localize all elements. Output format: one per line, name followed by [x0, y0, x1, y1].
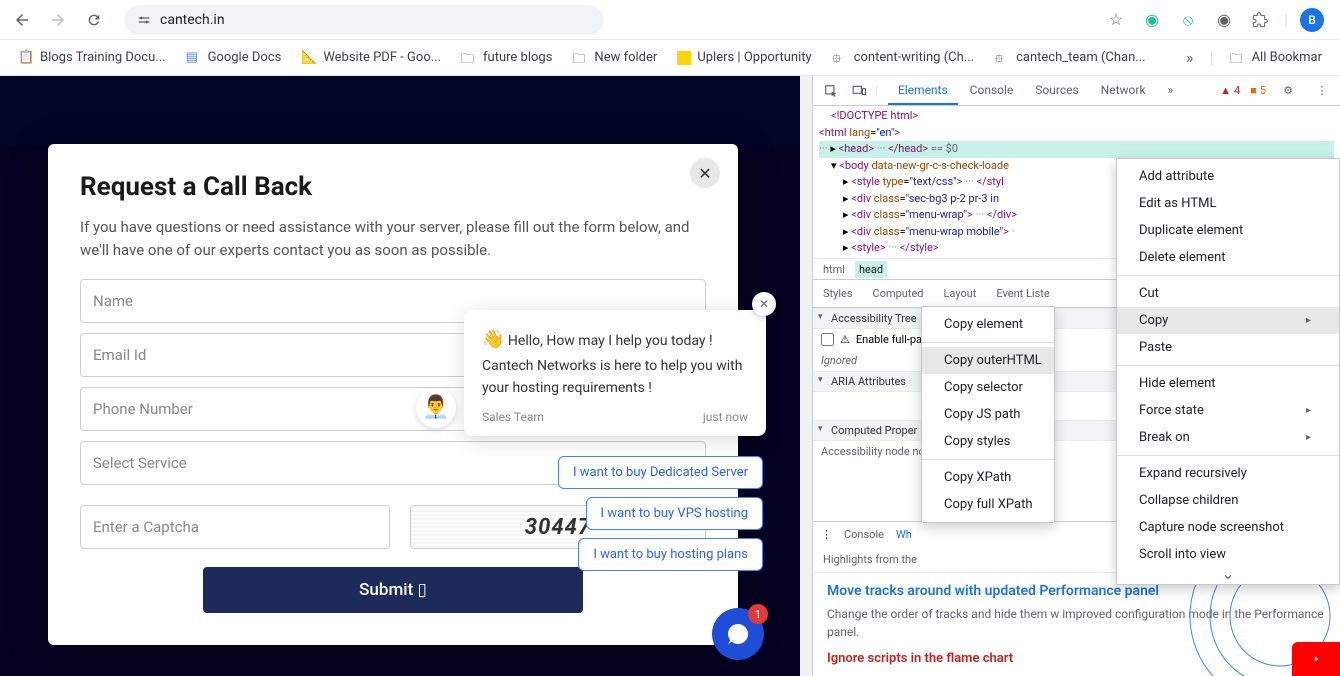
- ctx-duplicate[interactable]: Duplicate element: [1117, 217, 1339, 244]
- page-viewport: ✕ Request a Call Back If you have questi…: [0, 76, 800, 676]
- youtube-icon[interactable]: [1292, 642, 1340, 676]
- ctx-copy-fullxpath[interactable]: Copy full XPath: [922, 491, 1054, 518]
- tabs-overflow-icon[interactable]: »: [1158, 77, 1184, 105]
- drawer-menu-icon[interactable]: ⋮: [821, 528, 832, 541]
- warning-icon: ⚠: [840, 333, 850, 346]
- chat-launcher-button[interactable]: 1: [712, 608, 764, 660]
- ctx-force-state[interactable]: Force state▸: [1117, 397, 1339, 424]
- error-count[interactable]: ▲ 4: [1220, 84, 1240, 97]
- devtools-pane: | Elements Console Sources Network » ▲ 4…: [812, 76, 1340, 676]
- chat-suggestion-button[interactable]: I want to buy VPS hosting: [586, 497, 763, 530]
- breadcrumb-item[interactable]: head: [855, 261, 887, 278]
- ctx-copy-selector[interactable]: Copy selector: [922, 374, 1054, 401]
- extensions-icon[interactable]: [1248, 8, 1272, 32]
- url-text: cantech.in: [160, 12, 225, 28]
- whatsnew-subtitle[interactable]: Ignore scripts in the flame chart: [827, 651, 1326, 666]
- ctx-expand[interactable]: Expand recursively: [1117, 460, 1339, 487]
- subtab-layout[interactable]: Layout: [934, 281, 987, 306]
- chevron-right-icon: ▸: [1306, 405, 1311, 416]
- star-icon[interactable]: ☆: [1104, 8, 1128, 32]
- chat-badge: 1: [748, 604, 768, 624]
- bookmarks-overflow-icon[interactable]: »: [1178, 46, 1202, 70]
- chat-close-button[interactable]: ✕: [752, 292, 776, 316]
- wave-icon: 👋: [482, 329, 504, 350]
- ctx-copy-outerhtml[interactable]: Copy outerHTML: [922, 347, 1054, 374]
- device-mode-icon[interactable]: [847, 79, 871, 103]
- chat-sender: Sales Team: [482, 410, 544, 424]
- whatsnew-panel: Move tracks around with updated Performa…: [813, 572, 1340, 676]
- chevron-right-icon: ▸: [1306, 315, 1311, 326]
- bookmarks-bar: 📋Blogs Training Docu... ▤Google Docs 📐We…: [0, 40, 1340, 76]
- ctx-delete[interactable]: Delete element: [1117, 244, 1339, 271]
- bookmark-item[interactable]: 🗀New folder: [564, 46, 665, 70]
- bookmark-item[interactable]: Uplers | Opportunity: [669, 46, 819, 69]
- ctx-hide[interactable]: Hide element: [1117, 370, 1339, 397]
- ctx-paste[interactable]: Paste: [1117, 334, 1339, 361]
- breadcrumb-item[interactable]: html: [819, 261, 849, 278]
- context-menu-copy-submenu: Copy element Copy outerHTML Copy selecto…: [921, 306, 1055, 523]
- bookmark-item[interactable]: ▤Google Docs: [178, 46, 290, 70]
- modal-title: Request a Call Back: [80, 172, 706, 202]
- chat-timestamp: just now: [703, 410, 748, 424]
- ctx-more-icon: ⌄: [1117, 568, 1339, 580]
- extension-icon-1[interactable]: ⦸: [1176, 8, 1200, 32]
- chat-message: 👋 Hello, How may I help you today ! Cant…: [482, 326, 748, 400]
- page-scrollbar[interactable]: [800, 76, 812, 676]
- subtab-events[interactable]: Event Liste: [986, 281, 1059, 306]
- tab-network[interactable]: Network: [1091, 77, 1156, 105]
- chevron-right-icon: ▸: [1306, 432, 1311, 443]
- ctx-copy-element[interactable]: Copy element: [922, 311, 1054, 338]
- kebab-icon[interactable]: ⋮: [1310, 79, 1334, 103]
- camera-icon[interactable]: ◉: [1212, 8, 1236, 32]
- inspect-icon[interactable]: [819, 79, 843, 103]
- context-menu-main: Add attribute Edit as HTML Duplicate ele…: [1116, 158, 1340, 585]
- submit-button[interactable]: Submit ▯: [203, 567, 583, 613]
- bookmark-item[interactable]: ⯐content-writing (Ch...: [824, 46, 982, 70]
- ctx-copy-jspath[interactable]: Copy JS path: [922, 401, 1054, 428]
- all-bookmarks-button[interactable]: 🗀All Bookmar: [1222, 46, 1330, 70]
- chat-suggestion-button[interactable]: I want to buy hosting plans: [578, 538, 763, 571]
- bookmark-item[interactable]: 🗀future blogs: [453, 46, 560, 70]
- fullpage-checkbox[interactable]: [821, 333, 834, 346]
- site-settings-icon[interactable]: [136, 12, 152, 28]
- address-bar[interactable]: cantech.in: [124, 5, 604, 35]
- grammarly-icon[interactable]: ◉: [1140, 8, 1164, 32]
- back-button[interactable]: [8, 6, 36, 34]
- forward-button[interactable]: [44, 6, 72, 34]
- modal-description: If you have questions or need assistance…: [80, 216, 706, 261]
- tab-sources[interactable]: Sources: [1025, 77, 1088, 105]
- drawer-tab-console[interactable]: Console: [844, 528, 884, 541]
- ctx-copy[interactable]: Copy▸: [1117, 307, 1339, 334]
- whatsnew-title[interactable]: Move tracks around with updated Performa…: [827, 583, 1326, 599]
- subtab-styles[interactable]: Styles: [813, 281, 863, 306]
- ctx-screenshot[interactable]: Capture node screenshot: [1117, 514, 1339, 541]
- bookmark-item[interactable]: 📋Blogs Training Docu...: [10, 46, 174, 70]
- ctx-add-attribute[interactable]: Add attribute: [1117, 163, 1339, 190]
- ctx-cut[interactable]: Cut: [1117, 280, 1339, 307]
- chat-popup: ✕ 👨‍💼 👋 Hello, How may I help you today …: [464, 310, 766, 436]
- chat-avatar-icon: 👨‍💼: [416, 388, 456, 428]
- subtab-computed[interactable]: Computed: [863, 281, 934, 306]
- drawer-tab-whatsnew[interactable]: Wh: [896, 528, 912, 541]
- ctx-copy-styles[interactable]: Copy styles: [922, 428, 1054, 455]
- browser-toolbar: cantech.in ☆ ◉ ⦸ ◉ | B: [0, 0, 1340, 40]
- reload-button[interactable]: [80, 6, 108, 34]
- warning-count[interactable]: ■ 5: [1250, 84, 1266, 97]
- captcha-input[interactable]: [80, 505, 390, 549]
- devtools-toolbar: | Elements Console Sources Network » ▲ 4…: [813, 76, 1340, 106]
- profile-avatar[interactable]: B: [1300, 8, 1324, 32]
- ctx-copy-xpath[interactable]: Copy XPath: [922, 464, 1054, 491]
- chat-suggestion-button[interactable]: I want to buy Dedicated Server: [558, 456, 763, 489]
- whatsnew-text: Change the order of tracks and hide them…: [827, 605, 1326, 641]
- tab-console[interactable]: Console: [960, 77, 1024, 105]
- ctx-collapse[interactable]: Collapse children: [1117, 487, 1339, 514]
- bookmark-item[interactable]: 📐Website PDF - Goo...: [293, 46, 449, 70]
- chat-suggestions: I want to buy Dedicated Server I want to…: [558, 456, 763, 571]
- gear-icon[interactable]: ⚙: [1276, 79, 1300, 103]
- modal-close-button[interactable]: ✕: [690, 158, 720, 188]
- bookmark-item[interactable]: ⯐cantech_team (Chan...: [986, 46, 1153, 70]
- ctx-edit-html[interactable]: Edit as HTML: [1117, 190, 1339, 217]
- tab-elements[interactable]: Elements: [888, 77, 958, 105]
- ctx-break-on[interactable]: Break on▸: [1117, 424, 1339, 451]
